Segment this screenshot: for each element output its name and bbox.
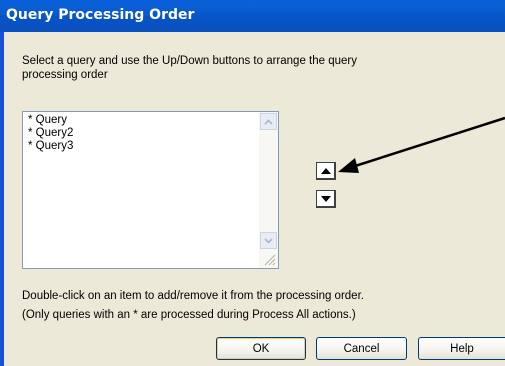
help-button[interactable]: Help	[418, 337, 505, 360]
down-triangle-icon	[320, 195, 331, 202]
window-title: Query Processing Order	[6, 7, 195, 23]
cancel-button[interactable]: Cancel	[316, 337, 407, 360]
instruction-text: Select a query and use the Up/Down butto…	[22, 55, 357, 81]
chevron-down-icon	[264, 237, 273, 244]
title-bar[interactable]: Query Processing Order	[0, 0, 505, 32]
vertical-scrollbar[interactable]	[259, 112, 278, 268]
query-processing-order-dialog: Query Processing Order Select a query an…	[0, 0, 505, 366]
ok-button[interactable]: OK	[216, 337, 306, 360]
query-listbox[interactable]: * Query * Query2 * Query3	[22, 111, 279, 269]
window-border	[0, 32, 4, 366]
list-item[interactable]: * Query2	[28, 127, 73, 140]
list-item[interactable]: * Query3	[28, 140, 73, 153]
scroll-down-button[interactable]	[260, 232, 277, 249]
callout-arrow-icon	[338, 116, 505, 173]
chevron-up-icon	[264, 118, 273, 125]
scroll-up-button[interactable]	[260, 113, 277, 130]
move-down-button[interactable]	[316, 190, 336, 208]
query-list: * Query * Query2 * Query3	[28, 114, 73, 153]
resize-grip-icon[interactable]	[261, 251, 277, 267]
list-item[interactable]: * Query	[28, 114, 73, 127]
up-triangle-icon	[320, 167, 331, 174]
double-click-hint: Double-click on an item to add/remove it…	[22, 290, 364, 302]
asterisk-hint: (Only queries with an * are processed du…	[22, 309, 356, 321]
